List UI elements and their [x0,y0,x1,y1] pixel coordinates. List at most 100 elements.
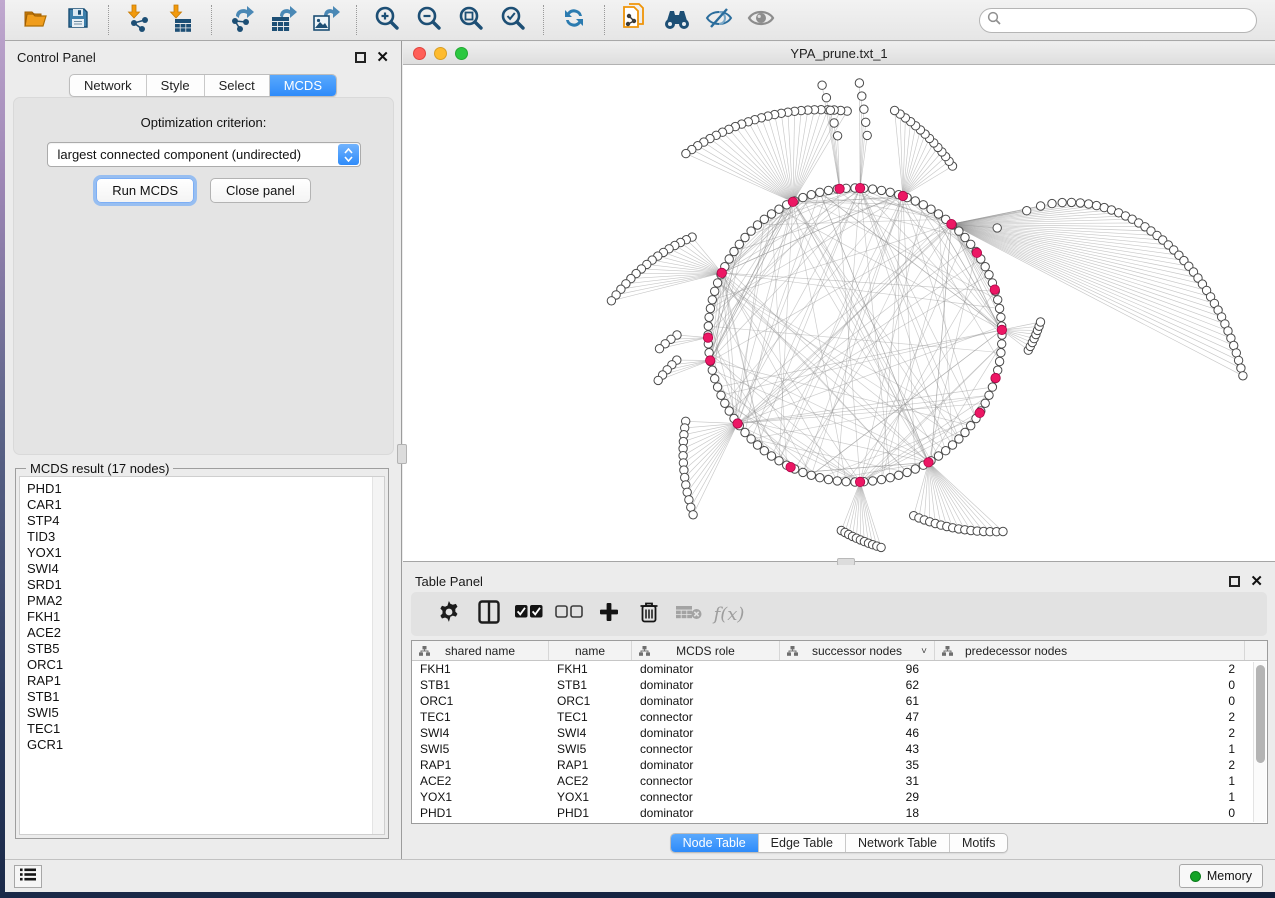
cell: STB1 [549,677,632,693]
show-panels-list-button[interactable] [14,865,42,888]
run-mcds-button[interactable]: Run MCDS [96,178,194,203]
select-all-rows-button[interactable] [509,596,549,632]
tab-motifs[interactable]: Motifs [949,834,1007,852]
result-node-yox1[interactable]: YOX1 [27,545,384,561]
table-row-swi5[interactable]: SWI5SWI5connector431 [412,741,1267,757]
result-node-swi5[interactable]: SWI5 [27,705,384,721]
table-row-phd1[interactable]: PHD1PHD1dominator180 [412,805,1267,821]
tab-select[interactable]: Select [204,75,269,96]
hide-selection-button[interactable] [698,3,740,37]
tab-node-table[interactable]: Node Table [671,834,758,852]
result-node-gcr1[interactable]: GCR1 [27,737,384,753]
column-header-predecessor-nodes[interactable]: predecessor nodes [935,641,1245,660]
result-list-scrollbar[interactable] [372,477,384,834]
add-column-button[interactable] [589,596,629,632]
export-image-button[interactable] [305,3,347,37]
search-box[interactable] [979,8,1257,33]
open-file-button[interactable] [15,3,57,37]
result-node-stb1[interactable]: STB1 [27,689,384,705]
zoom-selected-button[interactable] [492,3,534,37]
search-input[interactable] [1006,13,1249,28]
zoom-out-button[interactable] [408,3,450,37]
find-button[interactable] [656,3,698,37]
result-node-stb5[interactable]: STB5 [27,641,384,657]
column-label: name [575,644,605,658]
table-row-fkh1[interactable]: FKH1FKH1dominator962 [412,661,1267,677]
save-floppy-icon [66,6,90,35]
result-node-swi4[interactable]: SWI4 [27,561,384,577]
column-header-successor-nodes[interactable]: successor nodes ˅ [780,641,935,660]
application-window: Control Panel ✕ NetworkStyleSelectMCDS O… [5,0,1275,892]
vertical-splitter-grip[interactable] [397,444,407,464]
zoom-fit-button[interactable] [450,3,492,37]
cell: 2 [935,661,1245,677]
show-all-button[interactable] [740,3,782,37]
toolbar-separator [356,5,357,35]
result-node-tec1[interactable]: TEC1 [27,721,384,737]
show-column-button[interactable] [469,596,509,632]
table-row-swi4[interactable]: SWI4SWI4dominator462 [412,725,1267,741]
table-row-ace2[interactable]: ACE2ACE2connector311 [412,773,1267,789]
eye-icon [747,6,775,35]
close-panel-icon[interactable]: ✕ [376,52,389,63]
cell: dominator [632,677,780,693]
result-node-phd1[interactable]: PHD1 [27,481,384,497]
cell: SWI5 [412,741,549,757]
import-table-button[interactable] [160,3,202,37]
column-label: successor nodes [812,644,902,658]
result-node-orc1[interactable]: ORC1 [27,657,384,673]
column-header-shared-name[interactable]: shared name [412,641,549,660]
refresh-view-button[interactable] [553,3,595,37]
network-window-titlebar[interactable]: YPA_prune.txt_1 [403,42,1275,65]
cell: PHD1 [549,805,632,821]
column-menu-icon[interactable]: ˅ [921,646,927,657]
cell: 18 [780,805,935,821]
tab-style[interactable]: Style [146,75,204,96]
cell: TEC1 [412,709,549,725]
import-table-icon [168,4,194,37]
float-table-panel-icon[interactable] [1229,576,1240,587]
zoom-in-button[interactable] [366,3,408,37]
cell: 1 [935,773,1245,789]
table-row-yox1[interactable]: YOX1YOX1connector291 [412,789,1267,805]
table-options-button[interactable] [429,596,469,632]
network-graph[interactable] [403,65,1275,562]
tab-edge-table[interactable]: Edge Table [758,834,845,852]
result-node-srd1[interactable]: SRD1 [27,577,384,593]
result-node-rap1[interactable]: RAP1 [27,673,384,689]
tab-mcds[interactable]: MCDS [269,75,336,96]
result-node-stp4[interactable]: STP4 [27,513,384,529]
float-panel-icon[interactable] [355,52,366,63]
result-node-tid3[interactable]: TID3 [27,529,384,545]
close-panel-button[interactable]: Close panel [210,178,311,203]
export-table-button[interactable] [263,3,305,37]
column-header-name[interactable]: name [549,641,632,660]
table-panel: Table Panel ✕ [403,565,1275,859]
save-session-button[interactable] [57,3,99,37]
close-table-panel-icon[interactable]: ✕ [1250,576,1263,587]
table-row-orc1[interactable]: ORC1ORC1dominator610 [412,693,1267,709]
table-row-rap1[interactable]: RAP1RAP1dominator352 [412,757,1267,773]
tab-network[interactable]: Network [70,75,146,96]
tab-network-table[interactable]: Network Table [845,834,949,852]
column-header-mcds-role[interactable]: MCDS role [632,641,780,660]
result-node-car1[interactable]: CAR1 [27,497,384,513]
criterion-dropdown[interactable]: largest connected component (undirected) [47,142,361,167]
memory-label: Memory [1207,869,1252,883]
table-scrollbar-thumb[interactable] [1256,665,1265,763]
table-scrollbar[interactable] [1253,662,1266,822]
cell: STB1 [412,677,549,693]
memory-button[interactable]: Memory [1179,864,1263,888]
result-node-ace2[interactable]: ACE2 [27,625,384,641]
deselect-all-rows-button[interactable] [549,596,589,632]
result-node-fkh1[interactable]: FKH1 [27,609,384,625]
export-network-button[interactable] [221,3,263,37]
new-network-from-selection-button[interactable] [614,3,656,37]
import-network-button[interactable] [118,3,160,37]
result-node-pma2[interactable]: PMA2 [27,593,384,609]
cell: 2 [935,725,1245,741]
delete-column-button[interactable] [629,596,669,632]
table-row-stb1[interactable]: STB1STB1dominator620 [412,677,1267,693]
network-canvas[interactable] [403,65,1275,562]
table-row-tec1[interactable]: TEC1TEC1connector472 [412,709,1267,725]
